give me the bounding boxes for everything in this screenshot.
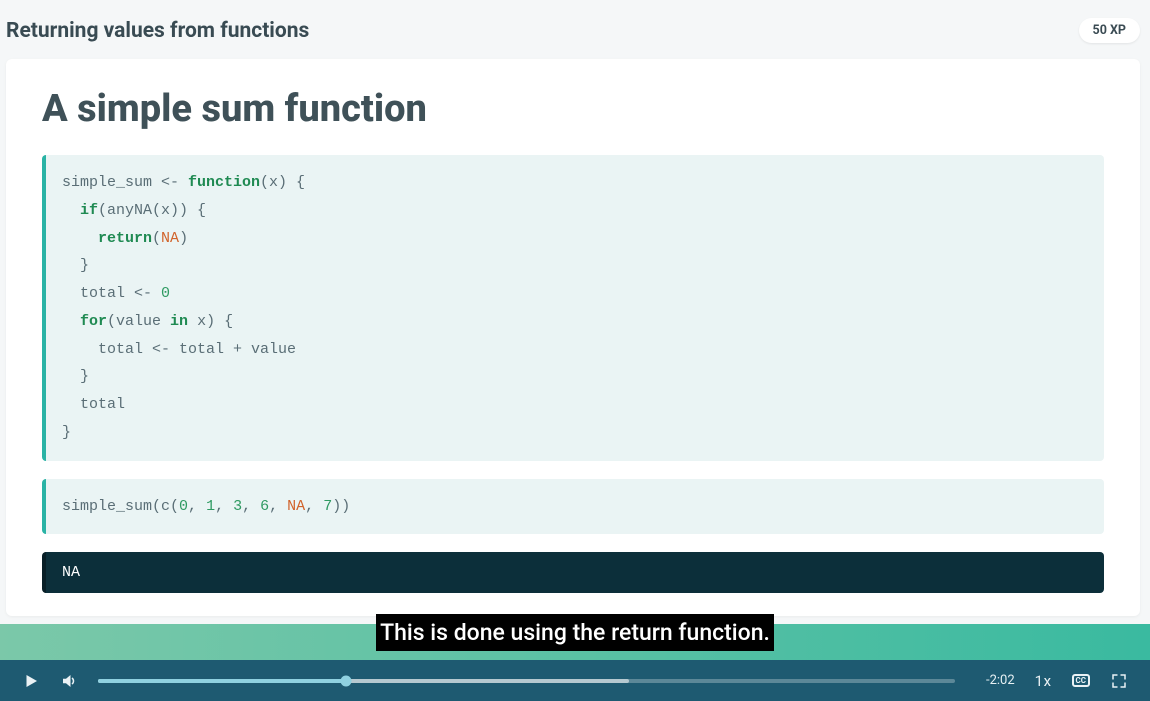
lesson-title: Returning values from functions: [6, 19, 309, 43]
progress-thumb[interactable]: [341, 675, 352, 686]
output-block: NA: [42, 552, 1104, 593]
volume-icon[interactable]: [60, 672, 78, 690]
progress-played: [98, 679, 346, 683]
page-header: Returning values from functions 50 XP: [0, 0, 1150, 51]
slide-card: A simple sum function simple_sum <- func…: [6, 59, 1140, 616]
captions-toggle[interactable]: CC: [1072, 674, 1090, 687]
playback-speed[interactable]: 1x: [1035, 672, 1052, 690]
code-block-call: simple_sum(c(0, 1, 3, 6, NA, 7)): [42, 479, 1104, 535]
play-icon[interactable]: [22, 672, 40, 690]
progress-bar[interactable]: [98, 679, 955, 683]
caption-text: This is done using the return function.: [376, 614, 774, 651]
xp-badge: 50 XP: [1079, 18, 1140, 43]
slide-title: A simple sum function: [42, 87, 1104, 131]
caption-bar: This is done using the return function.: [0, 624, 1150, 660]
time-remaining: -2:02: [975, 673, 1015, 688]
fullscreen-icon[interactable]: [1110, 672, 1128, 690]
code-block-definition: simple_sum <- function(x) { if(anyNA(x))…: [42, 155, 1104, 461]
player-controls: -2:02 1x CC: [0, 660, 1150, 701]
